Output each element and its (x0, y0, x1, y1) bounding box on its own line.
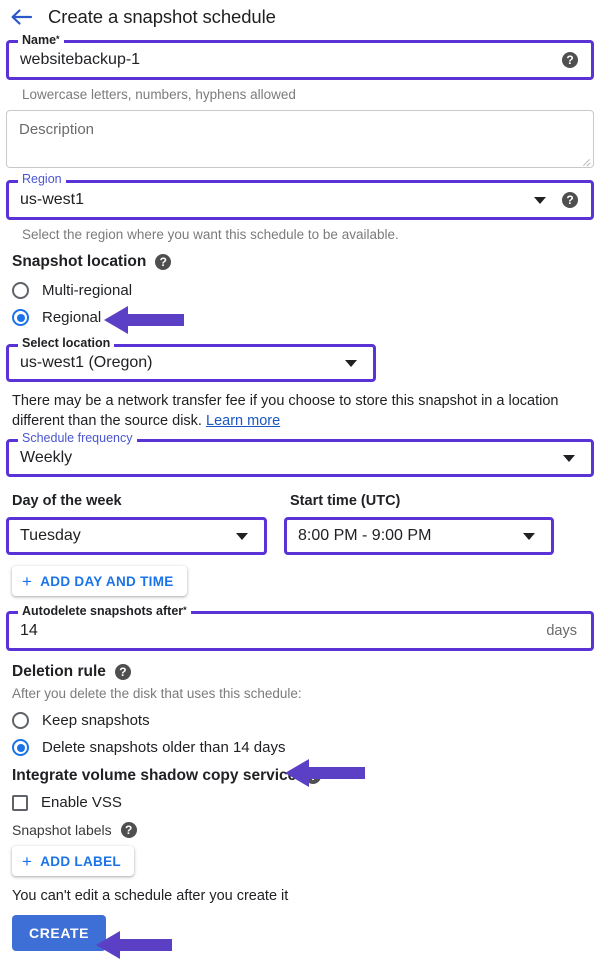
arrow-left-icon[interactable] (8, 6, 34, 28)
add-label-label: ADD LABEL (40, 853, 121, 869)
name-field[interactable]: Name* websitebackup-1 ? (6, 33, 594, 80)
transfer-fee-note-text: There may be a network transfer fee if y… (12, 393, 559, 429)
name-field-label: Name* (18, 33, 64, 47)
help-circle-icon[interactable]: ? (305, 768, 322, 784)
deletion-rule-subtext: After you delete the disk that uses this… (12, 686, 302, 701)
radio-delete-old-snapshots[interactable]: Delete snapshots older than 14 days (0, 734, 600, 761)
deletion-rule-title: Deletion rule (12, 663, 106, 680)
required-asterisk: * (183, 605, 187, 615)
radio-label-keep-snapshots: Keep snapshots (42, 712, 150, 729)
autodelete-field[interactable]: Autodelete snapshots after* 14 days (6, 604, 594, 651)
vss-heading: Integrate volume shadow copy service ? (0, 767, 600, 785)
day-and-time-row: Day of the week Tuesday Start time (UTC)… (0, 493, 600, 555)
name-field-hint: Lowercase letters, numbers, hyphens allo… (22, 87, 296, 102)
day-of-week-group: Day of the week Tuesday (6, 493, 267, 555)
checkbox-enable-vss[interactable]: Enable VSS (0, 789, 600, 816)
select-location-dropdown[interactable]: Select location us-west1 (Oregon) (6, 337, 376, 382)
edit-warning-text: You can't edit a schedule after you crea… (12, 888, 289, 904)
learn-more-link[interactable]: Learn more (206, 413, 280, 429)
radio-label-multi-regional: Multi-regional (42, 282, 133, 299)
schedule-frequency-select[interactable]: Schedule frequency Weekly (6, 432, 594, 477)
chevron-down-icon[interactable] (345, 359, 357, 367)
radio-keep-snapshots[interactable]: Keep snapshots (0, 707, 600, 734)
day-of-week-select[interactable]: Tuesday (6, 517, 267, 555)
radio-label-regional: Regional (42, 309, 102, 326)
transfer-fee-note: There may be a network transfer fee if y… (0, 391, 600, 431)
day-of-week-value[interactable]: Tuesday (9, 527, 236, 545)
chevron-down-icon[interactable] (563, 454, 575, 462)
start-time-group: Start time (UTC) 8:00 PM - 9:00 PM (284, 493, 554, 555)
deletion-rule-heading: Deletion rule ? (0, 663, 600, 681)
radio-icon-keep-snapshots[interactable] (12, 712, 29, 729)
schedule-frequency-value[interactable]: Weekly (9, 449, 563, 467)
autodelete-label: Autodelete snapshots after* (18, 604, 191, 618)
select-location-value[interactable]: us-west1 (Oregon) (9, 354, 345, 372)
add-day-and-time-button[interactable]: + ADD DAY AND TIME (12, 566, 187, 596)
help-circle-icon[interactable]: ? (155, 254, 172, 270)
vss-title: Integrate volume shadow copy service (12, 767, 297, 784)
add-day-and-time-label: ADD DAY AND TIME (40, 573, 174, 589)
page-header: Create a snapshot schedule (0, 0, 600, 34)
select-location-label: Select location (18, 337, 115, 350)
add-label-button[interactable]: + ADD LABEL (12, 846, 134, 876)
autodelete-input[interactable]: 14 (9, 622, 546, 640)
chevron-down-icon[interactable] (523, 532, 535, 540)
checkbox-icon-enable-vss[interactable] (12, 794, 28, 811)
create-button[interactable]: CREATE (12, 915, 107, 951)
plus-icon: + (22, 571, 33, 591)
radio-multi-regional[interactable]: Multi-regional (0, 277, 600, 304)
resize-handle-icon[interactable] (580, 155, 591, 166)
chevron-down-icon[interactable] (534, 196, 546, 204)
snapshot-labels-title: Snapshot labels (12, 822, 112, 838)
help-circle-icon[interactable]: ? (562, 192, 578, 208)
day-of-week-label: Day of the week (12, 493, 122, 509)
region-field-label: Region (18, 173, 66, 186)
help-circle-icon[interactable]: ? (114, 664, 131, 680)
start-time-select[interactable]: 8:00 PM - 9:00 PM (284, 517, 554, 555)
region-select[interactable]: Region us-west1 ? (6, 173, 594, 220)
autodelete-unit: days (546, 623, 577, 639)
radio-label-delete-old-snapshots: Delete snapshots older than 14 days (42, 739, 286, 756)
snapshot-location-heading: Snapshot location ? (0, 253, 600, 271)
region-value[interactable]: us-west1 (9, 191, 534, 209)
chevron-down-icon[interactable] (236, 532, 248, 540)
create-snapshot-schedule-page: Create a snapshot schedule Name* website… (0, 0, 600, 967)
radio-icon-regional[interactable] (12, 309, 29, 326)
snapshot-location-title: Snapshot location (12, 253, 147, 270)
radio-regional[interactable]: Regional (0, 304, 600, 331)
help-circle-icon[interactable]: ? (120, 822, 137, 838)
schedule-frequency-label: Schedule frequency (18, 432, 137, 445)
start-time-value[interactable]: 8:00 PM - 9:00 PM (287, 527, 523, 545)
name-input[interactable]: websitebackup-1 (9, 51, 562, 69)
region-field-hint: Select the region where you want this sc… (22, 227, 399, 242)
plus-icon: + (22, 851, 33, 871)
start-time-label: Start time (UTC) (290, 493, 401, 509)
radio-icon-multi-regional[interactable] (12, 282, 29, 299)
help-circle-icon[interactable]: ? (562, 52, 578, 68)
required-asterisk: * (56, 34, 60, 44)
radio-icon-delete-old-snapshots[interactable] (12, 739, 29, 756)
description-textarea[interactable]: Description (6, 110, 594, 168)
description-placeholder: Description (19, 121, 95, 138)
page-title: Create a snapshot schedule (48, 6, 276, 27)
snapshot-labels-heading: Snapshot labels ? (0, 822, 600, 838)
checkbox-label-enable-vss: Enable VSS (41, 794, 122, 811)
